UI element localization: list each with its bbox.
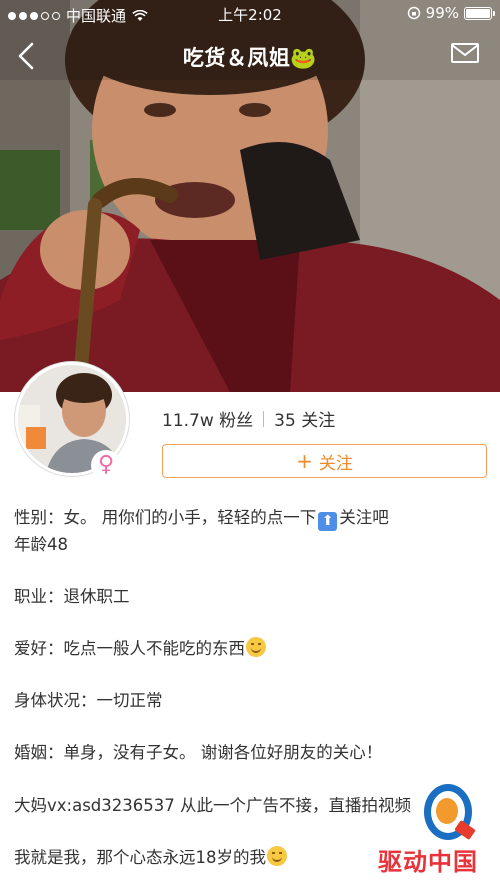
bio-line-health: 身体状况：一切正常 — [14, 691, 163, 710]
follow-button[interactable]: + 关注 — [162, 444, 487, 478]
bio-line-marriage: 婚姻：单身，没有子女。 谢谢各位好朋友的关心！ — [14, 743, 383, 762]
bio-line-age: 年龄48 — [14, 535, 68, 554]
bio-text: 我就是我，那个心态永远18岁的我 — [14, 848, 266, 867]
female-icon: ♀ — [97, 452, 115, 477]
gender-badge: ♀ — [91, 450, 121, 480]
bio-line-motto: 我就是我，那个心态永远18岁的我 — [14, 844, 287, 871]
cover-photo: 中国联通 上午2:02 99% 吃货＆凤姐🐸 — [0, 0, 500, 392]
bio-line-gender: 性别：女。 用你们的小手，轻轻的点一下 ⬆ 关注吧 — [14, 504, 389, 531]
followers-count[interactable]: 11.7w 粉丝 — [162, 406, 253, 431]
profile-stats: 11.7w 粉丝 35 关注 — [162, 406, 335, 431]
message-button[interactable] — [450, 40, 484, 70]
follow-button-label: 关注 — [318, 453, 353, 474]
status-bar: 中国联通 上午2:02 99% — [0, 0, 500, 28]
rotation-lock-icon — [407, 6, 420, 20]
bio-text: 关注吧 — [339, 508, 389, 527]
bio-line-contact: 大妈vx:asd3236537 从此一个广告不接，直播拍视频 — [14, 796, 411, 815]
q-logo-core — [436, 798, 458, 824]
bio-text: 爱好：吃点一般人不能吃的东西 — [14, 639, 245, 658]
stats-divider — [263, 410, 265, 427]
following-count[interactable]: 35 关注 — [274, 406, 335, 431]
happy-emoji-icon — [267, 846, 287, 866]
bio-text: 性别：女。 用你们的小手，轻轻的点一下 — [14, 508, 317, 527]
battery-icon — [464, 6, 495, 20]
up-arrow-icon: ⬆ — [318, 512, 338, 531]
watermark-logo: 驱动中国 — [372, 780, 498, 890]
smile-emoji-icon — [246, 637, 266, 657]
battery-percent: 99% — [425, 4, 459, 22]
watermark-brand: 驱动中国 — [378, 848, 478, 876]
bio-line-hobby: 爱好：吃点一般人不能吃的东西 — [14, 635, 266, 662]
page-title: 吃货＆凤姐🐸 — [182, 46, 318, 70]
plus-icon: + — [296, 449, 313, 473]
mail-icon — [451, 43, 479, 63]
nav-bar: 吃货＆凤姐🐸 — [0, 34, 500, 78]
bio-line-job: 职业：退休职工 — [14, 587, 130, 606]
